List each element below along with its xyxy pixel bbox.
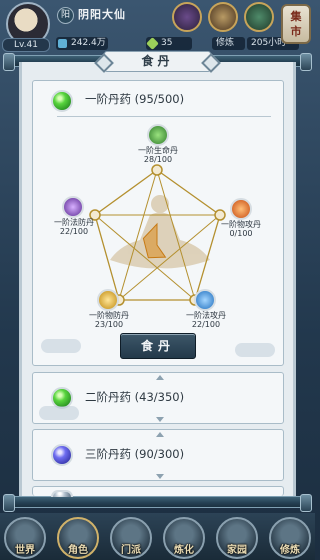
node-life-progress: 28/100 (143, 155, 173, 164)
chevron-up-icon (156, 375, 164, 380)
cloud-decoration (235, 343, 275, 357)
market-label-bottom: 市 (290, 25, 302, 38)
node-physical-attack-progress: 0/100 (229, 229, 253, 238)
node-magic-attack-name: 一阶法攻丹 (186, 311, 226, 320)
node-magic-defense-progress: 22/100 (59, 227, 89, 236)
node-magic-attack-label: 一阶法攻丹 22/100 (176, 311, 236, 329)
node-physical-defense-progress: 23/100 (94, 320, 124, 329)
chevron-up-icon (156, 432, 164, 437)
gray-pill-orb-icon (51, 490, 73, 497)
tier3-title: 三阶丹药 (90/300) (85, 447, 185, 461)
spirit-stone-stat: 242.4万 (56, 37, 108, 50)
spirit-stone-value: 242.4万 (71, 38, 106, 48)
player-level: Lv.41 (2, 38, 50, 52)
tier1-header[interactable]: 一阶丹药 (95/500) (33, 81, 283, 117)
chevron-down-icon (156, 474, 164, 479)
life-pill-icon[interactable] (147, 124, 169, 146)
nav-world-label: 世界 (15, 545, 35, 556)
spirit-stone-icon (58, 39, 67, 48)
nav-sect-label: 门派 (121, 545, 141, 556)
tier4-card-partial[interactable] (32, 486, 284, 497)
character-icon[interactable] (172, 2, 202, 32)
eat-pill-button[interactable]: 食丹 (120, 333, 196, 359)
sect-badge: 阳 (57, 7, 74, 24)
tier3-card[interactable]: 三阶丹药 (90/300) (32, 429, 284, 481)
node-magic-defense-label: 一阶法防丹 22/100 (44, 218, 104, 236)
nav-cultivate[interactable]: 修炼 (269, 517, 311, 559)
node-physical-defense-label: 一阶物防丹 23/100 (79, 311, 139, 329)
tier2-card[interactable]: 二阶丹药 (43/350) (32, 372, 284, 424)
tier1-title: 一阶丹药 (95/500) (85, 92, 185, 106)
cloud-decoration (41, 339, 81, 353)
top-status-bar: Lv.41 阳 阴阳大仙 242.4万 35 修炼 205小时 集 市 (0, 0, 315, 52)
node-life-label: 一阶生命丹 28/100 (128, 146, 188, 164)
nav-character[interactable]: 角色 (57, 517, 99, 559)
nav-sect[interactable]: 门派 (110, 517, 152, 559)
blue-pill-orb-icon (51, 444, 73, 466)
node-physical-attack-label: 一阶物攻丹 0/100 (211, 220, 271, 238)
nav-character-label: 角色 (68, 545, 88, 556)
chevron-down-icon (156, 417, 164, 422)
tier2-title: 二阶丹药 (43/350) (85, 390, 185, 404)
divider (57, 116, 271, 117)
cloud-decoration (39, 406, 79, 420)
nav-refine-label: 炼化 (174, 545, 194, 556)
gem-icon (146, 37, 159, 50)
green-pill-orb-icon (51, 90, 73, 112)
book-icon[interactable] (208, 2, 238, 32)
player-name: 阴阳大仙 (78, 8, 126, 21)
nav-refine[interactable]: 炼化 (163, 517, 205, 559)
nav-home-label: 家园 (227, 545, 247, 556)
node-magic-attack-progress: 22/100 (191, 320, 221, 329)
market-label-top: 集 (290, 10, 302, 23)
node-physical-attack-name: 一阶物攻丹 (221, 220, 261, 229)
physical-defense-pill-icon[interactable] (97, 289, 119, 311)
market-button[interactable]: 集 市 (281, 4, 311, 44)
physical-attack-pill-icon[interactable] (230, 198, 252, 220)
pet-icon[interactable] (244, 2, 274, 32)
magic-attack-pill-icon[interactable] (194, 289, 216, 311)
node-physical-defense-name: 一阶物防丹 (89, 311, 129, 320)
bottom-navigation: 世界 角色 门派 炼化 家园 修炼 (0, 513, 315, 560)
magic-defense-pill-icon[interactable] (62, 196, 84, 218)
nav-cultivate-label: 修炼 (280, 545, 300, 556)
nav-world[interactable]: 世界 (4, 517, 46, 559)
gem-stat: 35 (146, 37, 192, 50)
node-life-name: 一阶生命丹 (138, 146, 178, 155)
gem-value: 35 (161, 38, 173, 48)
panel-title: 食丹 (104, 51, 211, 72)
nav-home[interactable]: 家园 (216, 517, 258, 559)
cultivation-label: 修炼 (212, 37, 245, 50)
scroll-rod-bottom (3, 494, 312, 512)
node-magic-defense-name: 一阶法防丹 (54, 218, 94, 227)
